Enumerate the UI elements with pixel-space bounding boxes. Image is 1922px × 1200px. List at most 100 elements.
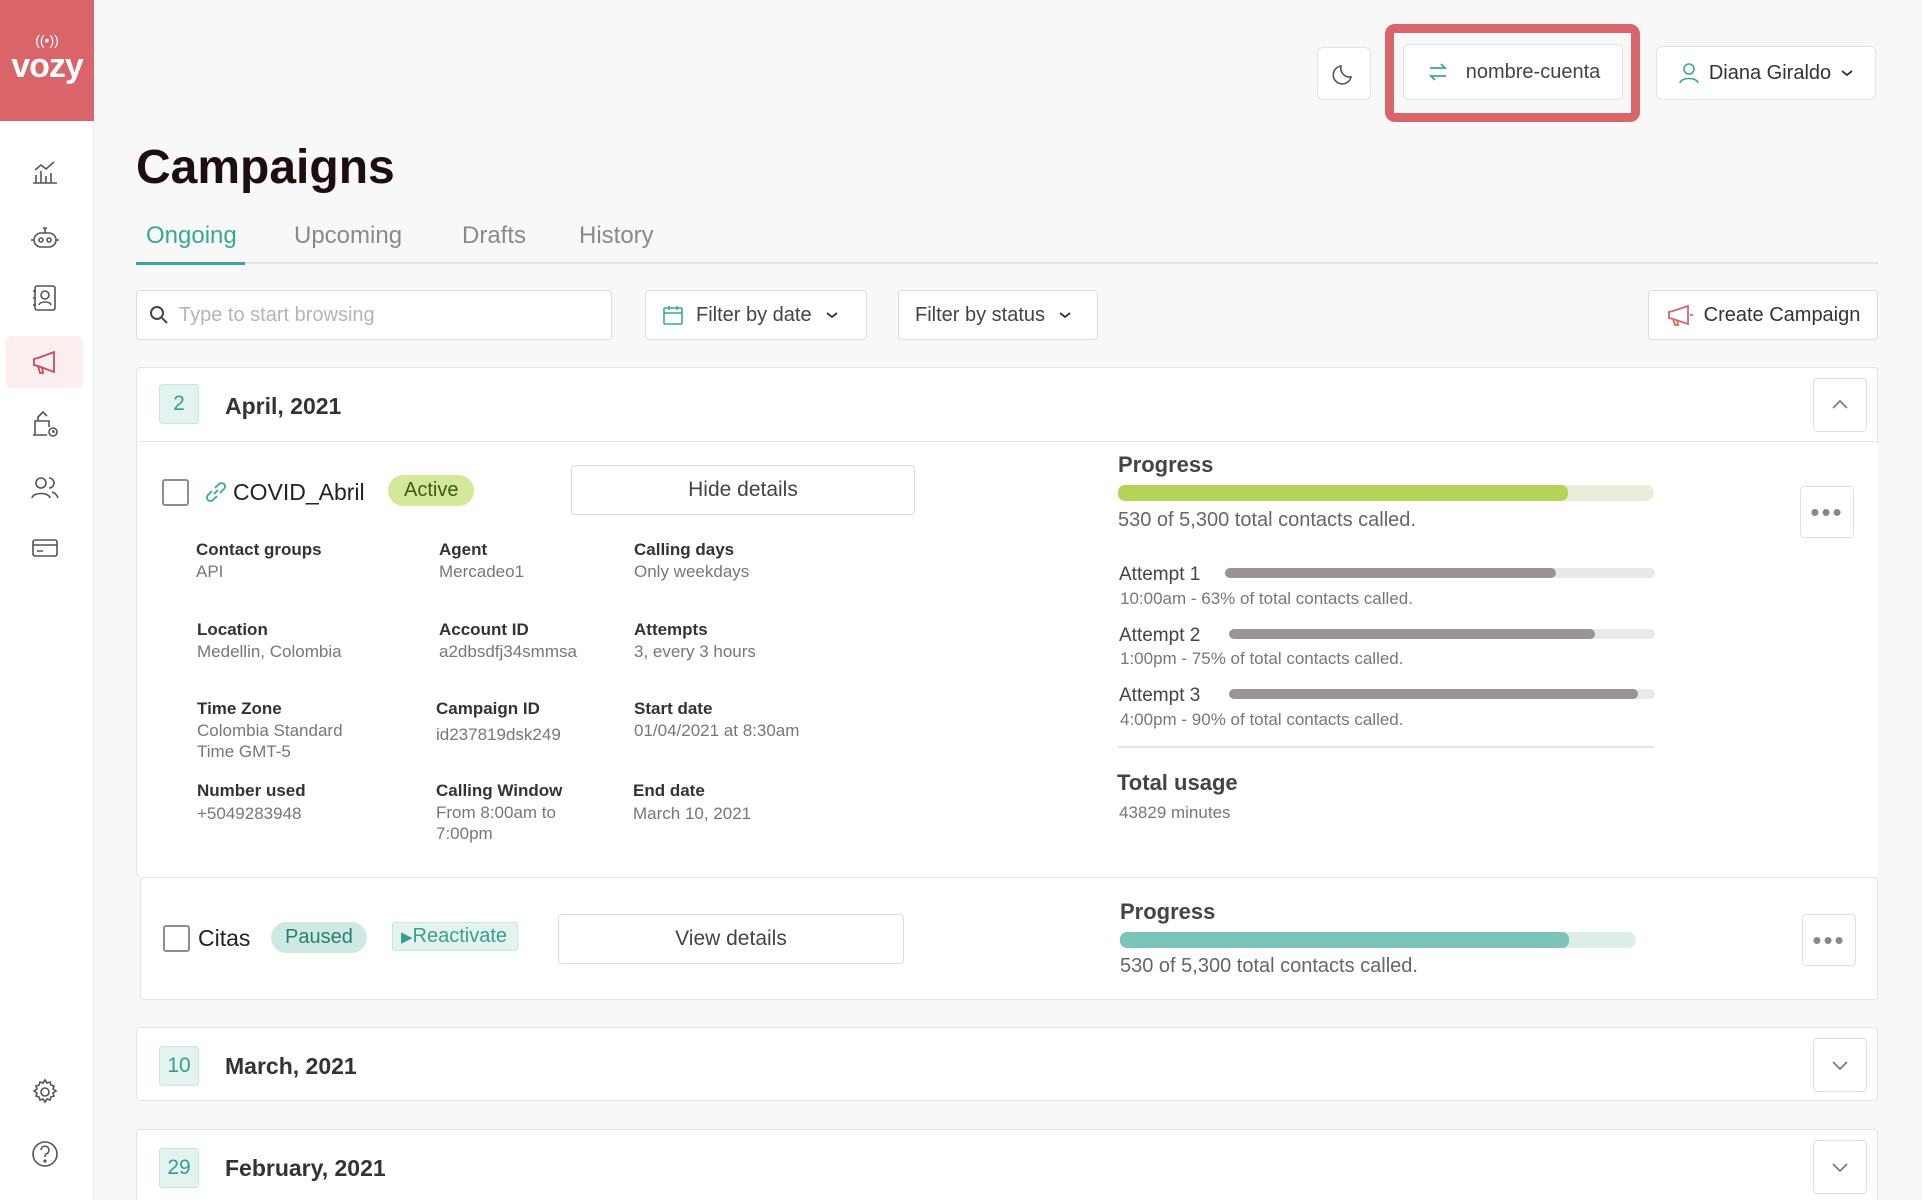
chevron-down-icon <box>1841 70 1853 77</box>
sidebar-item-campaigns[interactable] <box>6 336 83 388</box>
chevron-down-icon <box>1832 1163 1848 1173</box>
progress-bar <box>1118 485 1654 501</box>
agent-label: Agent <box>439 540 488 559</box>
status-badge: Active <box>388 475 475 506</box>
end-date-value: March 10, 2021 <box>633 804 752 823</box>
filter-by-status[interactable]: Filter by status <box>898 290 1098 340</box>
tab-ongoing[interactable]: Ongoing <box>136 222 245 265</box>
progress-bar-fill <box>1120 932 1569 948</box>
user-menu[interactable]: Diana Giraldo <box>1656 46 1876 100</box>
calling-window-value-line1: From 8:00am to <box>436 803 556 822</box>
sidebar-item-contacts[interactable] <box>6 272 83 324</box>
filter-date-label: Filter by date <box>696 303 812 326</box>
moon-icon <box>1332 64 1353 85</box>
campaign-card-covid: COVID_Abril Active Hide details Contact … <box>138 441 1878 877</box>
attempt-3-bar <box>1229 689 1655 699</box>
attempt-3-bar-fill <box>1229 689 1638 699</box>
user-name: Diana Giraldo <box>1708 61 1832 84</box>
collapse-group-button[interactable] <box>1813 378 1867 432</box>
group-title: April, 2021 <box>225 393 342 419</box>
attempt-2-bar-fill <box>1229 629 1596 639</box>
group-title: February, 2021 <box>225 1155 386 1181</box>
create-campaign-button[interactable]: Create Campaign <box>1648 290 1878 340</box>
expand-group-button[interactable] <box>1813 1140 1867 1194</box>
more-icon: ••• <box>1812 924 1846 955</box>
account-id-value: a2dbsdfj34smmsa <box>439 642 577 661</box>
group-count-badge: 10 <box>159 1046 199 1086</box>
filter-by-date[interactable]: Filter by date <box>645 290 867 340</box>
play-icon: ▶ <box>401 929 413 946</box>
gear-icon <box>32 1078 57 1104</box>
tab-drafts[interactable]: Drafts <box>462 222 526 262</box>
group-count-badge: 29 <box>159 1148 199 1188</box>
campaign-name: Citas <box>198 925 251 951</box>
attempt-1-bar <box>1225 568 1655 578</box>
time-zone-value-line1: Colombia Standard <box>197 721 343 740</box>
vozy-logo[interactable]: ((•)) vozy <box>0 0 94 121</box>
progress-bar-fill <box>1118 485 1569 501</box>
time-zone-label: Time Zone <box>197 699 282 718</box>
page-title: Campaigns <box>136 141 395 194</box>
sidebar-item-settings[interactable] <box>6 1066 83 1118</box>
calendar-icon <box>663 306 683 325</box>
sidebar-item-scheduled-calls[interactable] <box>6 398 83 450</box>
contacts-icon <box>32 285 56 311</box>
month-group-march: 10 March, 2021 <box>136 1027 1878 1101</box>
user-icon <box>1679 63 1699 84</box>
sidebar-item-billing[interactable] <box>6 522 83 574</box>
progress-text: 530 of 5,300 total contacts called. <box>1118 509 1416 531</box>
attempts-value: 3, every 3 hours <box>634 642 756 661</box>
hide-details-button[interactable]: Hide details <box>571 465 915 515</box>
campaign-checkbox[interactable] <box>163 925 190 952</box>
dark-mode-toggle[interactable] <box>1317 47 1371 100</box>
attempt-1-desc: 10:00am - 63% of total contacts called. <box>1120 589 1413 608</box>
chevron-down-icon <box>826 312 838 319</box>
agent-value: Mercadeo1 <box>439 562 525 581</box>
sidebar-item-bots[interactable] <box>6 212 83 264</box>
logo-text: vozy <box>11 47 84 85</box>
more-options-button[interactable]: ••• <box>1802 914 1856 966</box>
view-details-button[interactable]: View details <box>558 914 904 964</box>
group-title: March, 2021 <box>225 1053 357 1079</box>
chevron-up-icon <box>1832 399 1848 409</box>
users-icon <box>30 477 59 499</box>
help-icon <box>31 1141 58 1167</box>
more-icon: ••• <box>1810 496 1844 527</box>
campaign-card-citas: Citas Paused ▶Reactivate View details Pr… <box>140 877 1878 1000</box>
campaign-checkbox[interactable] <box>162 479 189 506</box>
sidebar-item-users[interactable] <box>6 462 83 514</box>
attempt-1-bar-fill <box>1225 568 1557 578</box>
calling-days-label: Calling days <box>634 540 735 559</box>
month-group-february: 29 February, 2021 <box>136 1129 1878 1200</box>
progress-title: Progress <box>1118 452 1214 477</box>
attempt-3-label: Attempt 3 <box>1119 685 1201 706</box>
progress-title: Progress <box>1120 899 1216 924</box>
more-options-button[interactable]: ••• <box>1800 486 1854 538</box>
sidebar-item-help[interactable] <box>6 1128 83 1180</box>
tab-upcoming[interactable]: Upcoming <box>294 222 402 262</box>
contact-groups-value: API <box>196 562 224 581</box>
attempt-2-bar <box>1229 629 1655 639</box>
time-zone-value-line2: Time GMT-5 <box>197 742 291 761</box>
search-input[interactable] <box>179 303 599 327</box>
account-highlight <box>1385 24 1640 122</box>
campaign-id-value: id237819dsk249 <box>436 725 561 744</box>
campaign-name: COVID_Abril <box>233 479 365 505</box>
sidebar-item-analytics[interactable] <box>6 146 83 198</box>
sidebar: ((•)) vozy <box>0 0 94 1200</box>
expand-group-button[interactable] <box>1813 1038 1867 1092</box>
progress-text: 530 of 5,300 total contacts called. <box>1120 955 1418 977</box>
tab-history[interactable]: History <box>579 222 654 262</box>
status-badge: Paused <box>271 922 367 953</box>
calling-days-value: Only weekdays <box>634 562 750 581</box>
attempts-label: Attempts <box>634 620 708 639</box>
reactivate-button[interactable]: ▶Reactivate <box>392 922 519 951</box>
contact-groups-label: Contact groups <box>196 540 322 559</box>
reactivate-label: Reactivate <box>412 925 508 947</box>
billing-icon <box>31 539 58 557</box>
group-count-badge: 2 <box>159 384 199 424</box>
number-used-value: +5049283948 <box>197 804 302 823</box>
divider <box>1118 746 1654 748</box>
start-date-value: 01/04/2021 at 8:30am <box>634 721 800 740</box>
search-box[interactable] <box>136 290 612 340</box>
